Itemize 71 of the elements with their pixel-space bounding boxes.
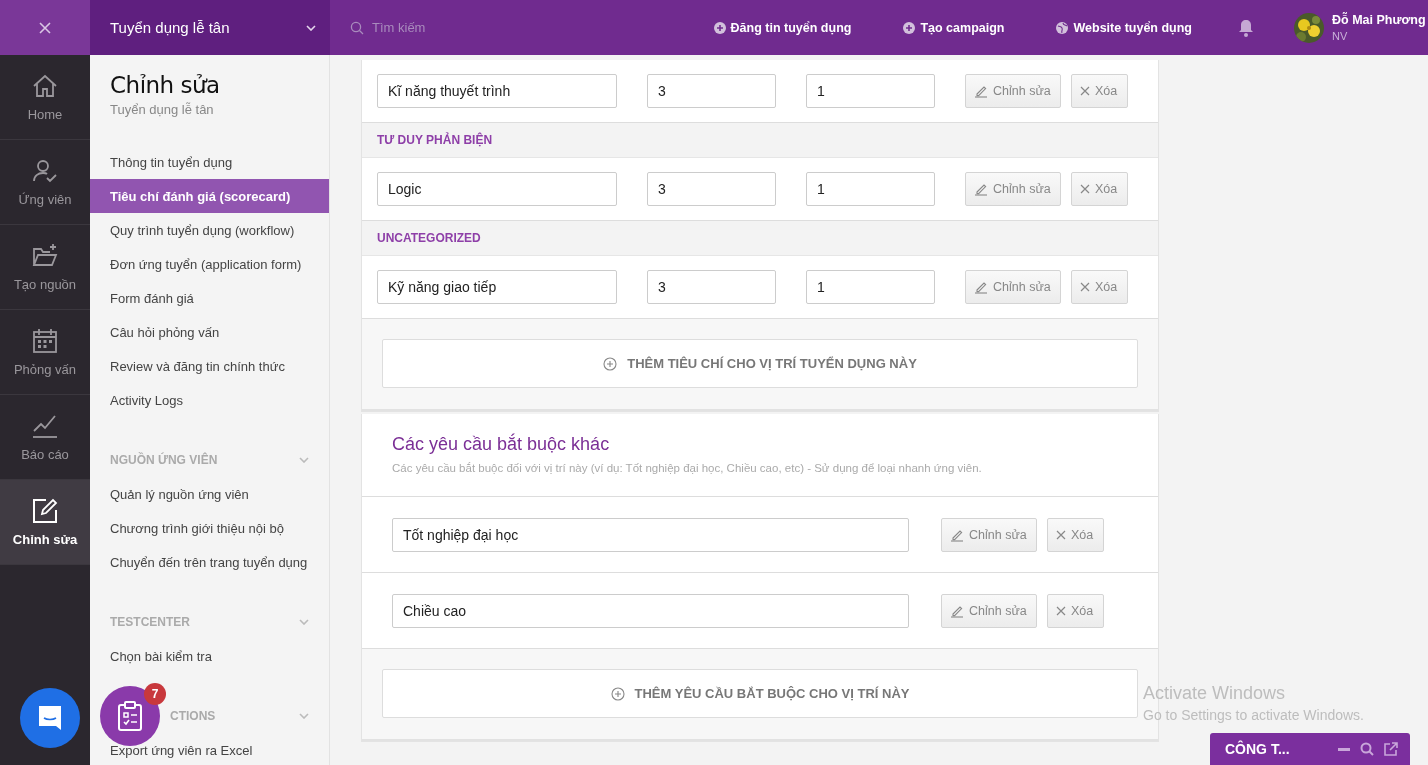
criterion-field[interactable]: Kĩ năng thuyết trình: [377, 74, 617, 108]
header-link[interactable]: Website tuyển dụng: [1050, 19, 1198, 36]
category-heading: UNCATEGORIZED: [377, 231, 481, 245]
menu-item[interactable]: Câu hỏi phỏng vấn: [90, 315, 329, 349]
weight-field[interactable]: 1: [806, 270, 935, 304]
nav-item[interactable]: Chỉnh sửa: [0, 480, 90, 565]
pencil-icon: [974, 84, 988, 98]
calendar-icon: [32, 327, 58, 354]
home-icon: [32, 72, 58, 99]
plus-circle-icon: [610, 686, 625, 701]
clipboard-icon: [117, 701, 143, 731]
section-heading: TESTCENTER: [110, 615, 190, 629]
page-subtitle: Tuyển dụng lễ tân: [110, 102, 215, 117]
score-field[interactable]: 3: [647, 270, 776, 304]
close-icon: [1080, 86, 1090, 96]
section-heading: CTIONS: [170, 709, 216, 723]
page-title: Chỉnh sửa: [110, 72, 221, 98]
section-heading: NGUỒN ỨNG VIÊN: [110, 453, 218, 467]
criterion-field[interactable]: Kỹ năng giao tiếp: [377, 270, 617, 304]
plus-circle-icon: [903, 21, 916, 34]
add-criterion-button[interactable]: THÊM TIÊU CHÍ CHO VỊ TRÍ TUYỂN DỤNG NÀY: [382, 339, 1138, 388]
menu-item[interactable]: Activity Logs: [90, 383, 329, 417]
edit-icon: [32, 497, 58, 524]
section-description: Các yêu cầu bắt buộc đối với vị trí này (ví dụ: Tốt nghiệp đại học, Chiều cao, etc) - Sử dụng để loại nhanh ứng viên.: [392, 462, 983, 474]
menu-item[interactable]: Quản lý nguồn ứng viên: [90, 477, 329, 511]
chat-bar[interactable]: CÔNG T...: [1210, 733, 1410, 765]
search-icon[interactable]: [1360, 742, 1374, 756]
close-icon: [1056, 529, 1066, 540]
menu-item[interactable]: Chương trình giới thiệu nội bộ: [90, 511, 329, 545]
close-icon: [1080, 282, 1090, 292]
pencil-icon: [974, 280, 988, 294]
job-selector[interactable]: Tuyển dụng lễ tân: [90, 0, 330, 55]
criterion-field[interactable]: Logic: [377, 172, 617, 206]
close-icon[interactable]: [39, 21, 51, 34]
menu-item[interactable]: Export ứng viên ra Excel: [90, 733, 329, 765]
menu-item[interactable]: Chuyển đến trên trang tuyển dụng: [90, 545, 329, 579]
category-heading: TƯ DUY PHẢN BIỆN: [377, 133, 493, 147]
menu-item[interactable]: Thông tin tuyển dụng: [90, 145, 329, 179]
menu-item[interactable]: Review và đăng tin chính thức: [90, 349, 329, 383]
pencil-icon: [974, 182, 988, 196]
requirement-field[interactable]: Tốt nghiệp đại học: [392, 517, 909, 552]
chevron-down-icon[interactable]: [306, 24, 316, 31]
chat-icon: [36, 704, 64, 732]
folder-plus-icon: [32, 242, 58, 269]
score-field[interactable]: 3: [647, 172, 776, 206]
user-role: NV: [1332, 30, 1349, 42]
close-icon: [1056, 605, 1066, 616]
external-link-icon[interactable]: [1384, 742, 1398, 756]
weight-field[interactable]: 1: [806, 74, 935, 108]
menu-item[interactable]: Chọn bài kiểm tra: [90, 639, 329, 673]
globe-icon: [1056, 21, 1069, 34]
header-link[interactable]: Đăng tin tuyển dụng: [707, 19, 858, 36]
header-link[interactable]: Tạo campaign: [897, 19, 1011, 36]
plus-circle-icon: [713, 21, 726, 34]
score-field[interactable]: 3: [647, 74, 776, 108]
menu-item[interactable]: Form đánh giá: [90, 281, 329, 315]
menu-item[interactable]: Đơn ứng tuyển (application form): [90, 247, 329, 281]
close-icon: [1080, 184, 1090, 194]
add-requirement-button[interactable]: THÊM YÊU CẦU BẮT BUỘC CHO VỊ TRÍ NÀY: [382, 669, 1138, 718]
weight-field[interactable]: 1: [806, 172, 935, 206]
search-icon: [350, 20, 364, 35]
minimize-icon[interactable]: [1338, 747, 1350, 751]
menu-item[interactable]: Tiêu chí đánh giá (scorecard): [90, 179, 329, 213]
person-check-icon: [32, 157, 58, 184]
search-field[interactable]: Tìm kiếm: [370, 19, 574, 36]
requirement-field[interactable]: Chiều cao: [392, 593, 909, 628]
menu-item[interactable]: Quy trình tuyển dụng (workflow): [90, 213, 329, 247]
plus-circle-icon: [603, 356, 618, 371]
user-name[interactable]: Đỗ Mai Phương: [1332, 13, 1426, 27]
bell-icon[interactable]: [1238, 18, 1254, 37]
section-title: Các yêu cầu bắt buộc khác: [392, 434, 611, 455]
